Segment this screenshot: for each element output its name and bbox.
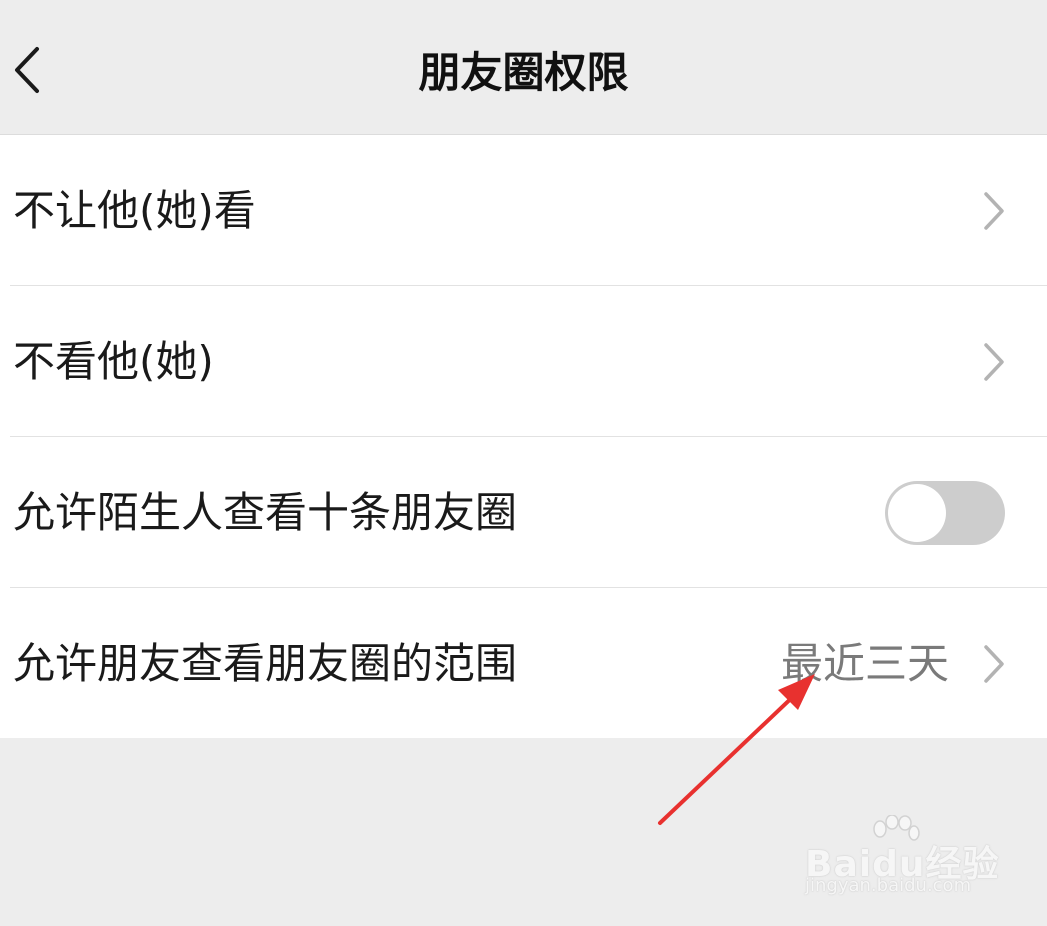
range-value: 最近三天: [780, 639, 949, 688]
chevron-right-icon: [984, 192, 1004, 230]
paw-logo-icon: [873, 815, 920, 841]
chevron-right-icon: [984, 343, 1004, 381]
settings-list: 不让他(她)看 不看他(她) 允许陌生人查看十条朋友圈 允许朋友查看朋友圈的范围…: [0, 135, 1047, 738]
stranger-view-toggle[interactable]: [885, 481, 1005, 545]
nav-bar: 朋友圈权限: [0, 0, 1047, 135]
watermark-url: jingyan.baidu.com: [805, 875, 972, 896]
watermark-brand: Baidu经验: [805, 844, 1000, 885]
row-visible-range[interactable]: 允许朋友查看朋友圈的范围 最近三天: [10, 588, 1047, 738]
row-dont-see[interactable]: 不看他(她): [10, 286, 1047, 437]
row-label: 不让他(她)看: [13, 186, 256, 235]
row-label: 允许朋友查看朋友圈的范围: [13, 639, 518, 688]
page-title: 朋友圈权限: [418, 48, 629, 97]
chevron-right-icon: [984, 645, 1004, 683]
row-stranger-view: 允许陌生人查看十条朋友圈: [10, 437, 1047, 588]
toggle-knob: [888, 484, 946, 542]
row-label: 允许陌生人查看十条朋友圈: [13, 488, 518, 537]
row-label: 不看他(她): [13, 337, 214, 386]
row-hide-from[interactable]: 不让他(她)看: [10, 135, 1047, 286]
baidu-watermark: Baidu经验 jingyan.baidu.com: [800, 815, 1000, 905]
